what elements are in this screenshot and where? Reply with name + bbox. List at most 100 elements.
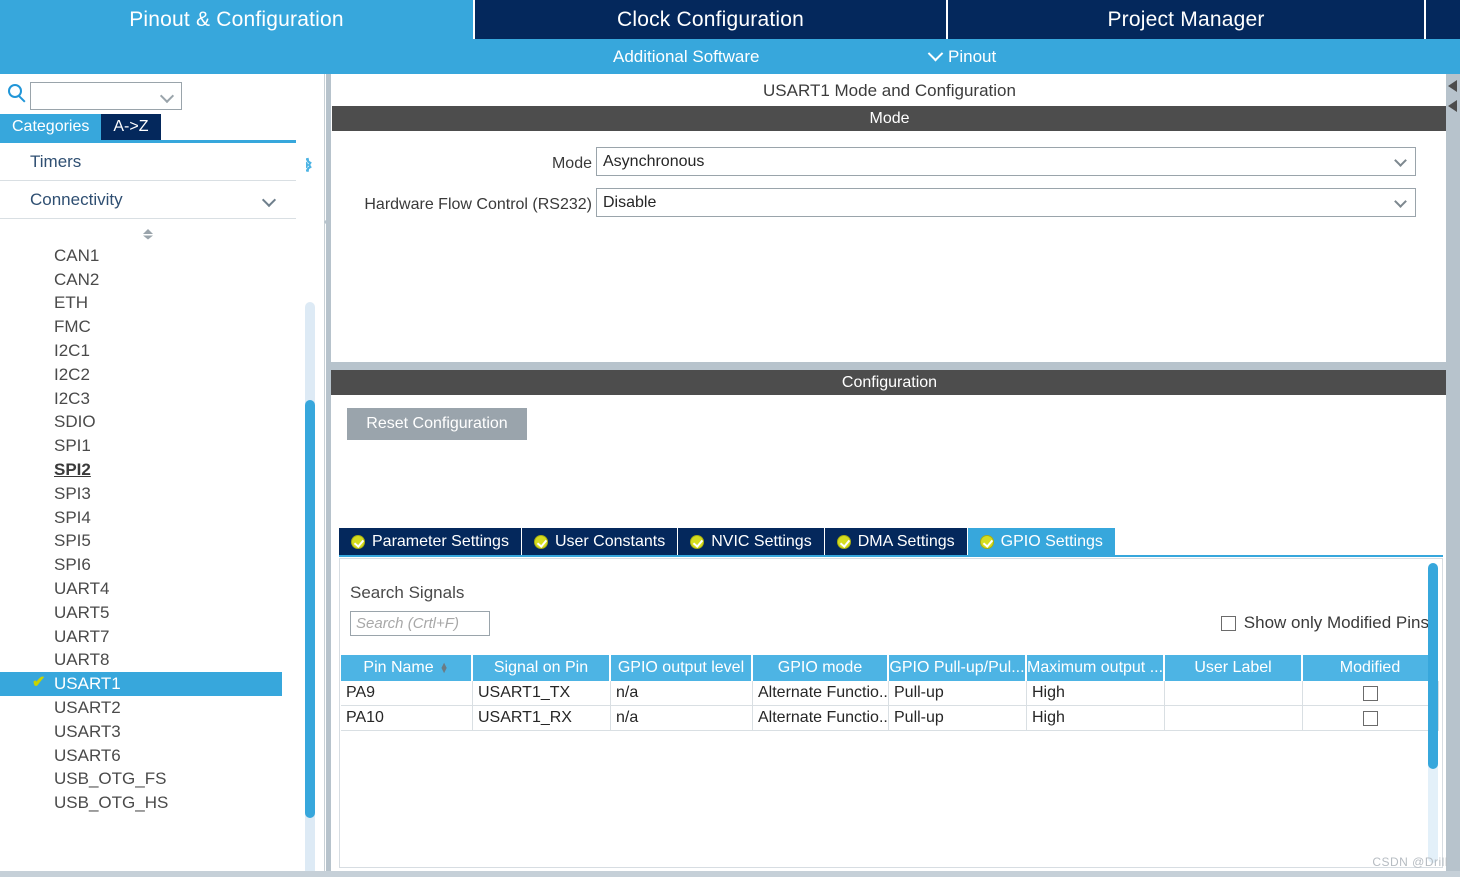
search-input[interactable] <box>30 82 182 110</box>
cell-signal[interactable]: USART1_TX <box>473 681 611 705</box>
sidebar-item-eth[interactable]: ETH <box>0 292 282 316</box>
cell-user-label[interactable] <box>1165 706 1303 730</box>
column-header-gpio-output-level[interactable]: GPIO output level <box>611 655 753 681</box>
cell-text: PA9 <box>346 684 376 701</box>
sidebar-item-uart8[interactable]: UART8 <box>0 649 282 673</box>
chevron-down-icon <box>159 88 175 104</box>
cell-pin-name[interactable]: PA10 <box>341 706 473 730</box>
tab-nvic-settings[interactable]: NVIC Settings <box>678 528 825 555</box>
sidebar-item-i2c2[interactable]: I2C2 <box>0 363 282 387</box>
cell-text: High <box>1032 684 1065 701</box>
sidebar-item-usart2[interactable]: USART2 <box>0 696 282 720</box>
table-row[interactable]: PA10 USART1_RX n/a Alternate Functio... Pull… <box>341 706 1439 731</box>
gpio-pane-scrollbar[interactable] <box>1428 563 1438 863</box>
column-header-pin-name[interactable]: Pin Name ▲ ▼ <box>341 655 473 681</box>
cell-gpio-mode[interactable]: Alternate Functio... <box>753 681 889 705</box>
sidebar-item-usart3[interactable]: USART3 <box>0 720 282 744</box>
cell-pull[interactable]: Pull-up <box>889 706 1027 730</box>
modified-checkbox[interactable] <box>1363 685 1378 701</box>
category-timers[interactable]: Timers <box>0 143 339 230</box>
tab-parameter-settings[interactable]: Parameter Settings <box>339 528 522 555</box>
sidebar-item-spi5[interactable]: SPI5 <box>0 530 282 554</box>
window-scrollbar[interactable] <box>1446 74 1460 877</box>
modified-checkbox[interactable] <box>1363 710 1378 726</box>
cell-user-label[interactable] <box>1165 681 1303 705</box>
sidebar-item-spi3[interactable]: SPI3 <box>0 482 282 506</box>
cell-gpio-mode[interactable]: Alternate Functio... <box>753 706 889 730</box>
sidebar-item-uart7[interactable]: UART7 <box>0 625 282 649</box>
reset-configuration-button[interactable]: Reset Configuration <box>347 408 527 440</box>
chevron-down-icon <box>927 45 944 62</box>
show-only-modified-pins-row[interactable]: Show only Modified Pins <box>1220 613 1429 633</box>
sidebar-item-i2c3[interactable]: I2C3 <box>0 387 282 411</box>
search-icon[interactable] <box>8 84 22 98</box>
tab-pinout-configuration[interactable]: Pinout & Configuration <box>0 0 473 39</box>
pinout-menu-button[interactable]: Pinout <box>927 39 997 74</box>
sidebar-item-label: USART1 <box>54 674 121 694</box>
additional-software-button[interactable]: Additional Software <box>613 39 759 74</box>
cell-pull[interactable]: Pull-up <box>889 681 1027 705</box>
sidebar-item-spi6[interactable]: SPI6 <box>0 553 282 577</box>
sidebar-item-uart4[interactable]: UART4 <box>0 577 282 601</box>
chevron-down-icon <box>1394 154 1407 167</box>
sidebar-item-usart6[interactable]: USART6 <box>0 744 282 768</box>
sidebar-scrollbar-thumb[interactable] <box>305 400 315 818</box>
top-tab-bar: Pinout & Configuration Clock Configurati… <box>0 0 1460 39</box>
tab-user-constants[interactable]: User Constants <box>521 528 679 555</box>
tab-dma-settings[interactable]: DMA Settings <box>824 528 968 555</box>
sidebar-item-i2c1[interactable]: I2C1 <box>0 339 282 363</box>
sidebar-item-usb_otg_fs[interactable]: USB_OTG_FS <box>0 768 282 792</box>
pinout-menu-label: Pinout <box>948 46 997 66</box>
tab-project-manager[interactable]: Project Manager <box>946 0 1424 39</box>
tab-label: GPIO Settings <box>1000 532 1103 550</box>
cell-signal[interactable]: USART1_RX <box>473 706 611 730</box>
table-row[interactable]: PA9 USART1_TX n/a Alternate Functio... Pull-… <box>341 681 1439 706</box>
sidebar-item-spi1[interactable]: SPI1 <box>0 434 282 458</box>
sidebar-item-can2[interactable]: CAN2 <box>0 268 282 292</box>
show-only-modified-pins-checkbox[interactable] <box>1220 615 1236 631</box>
cell-max-output[interactable]: High <box>1027 706 1165 730</box>
category-connectivity[interactable]: Connectivity <box>0 181 296 219</box>
column-header-modified[interactable]: Modified <box>1303 655 1439 681</box>
sidebar-item-spi4[interactable]: SPI4 <box>0 506 282 530</box>
watermark: CSDN @Drill <box>1372 855 1448 869</box>
column-header-user-label[interactable]: User Label <box>1165 655 1303 681</box>
sidebar-item-fmc[interactable]: FMC <box>0 315 282 339</box>
sidebar-item-usart1[interactable]: ✔ USART1 <box>0 672 282 697</box>
cell-output-level[interactable]: n/a <box>611 706 753 730</box>
tab-gpio-settings[interactable]: GPIO Settings <box>967 528 1116 555</box>
sidebar-item-label: UART5 <box>54 602 110 622</box>
mode-body: Mode Asynchronous Hardware Flow Control … <box>332 131 1447 361</box>
column-header-gpio-pull-up-pul[interactable]: GPIO Pull-up/Pul... <box>889 655 1027 681</box>
sidebar-tab-a-to-z[interactable]: A->Z <box>101 114 161 140</box>
cell-modified[interactable] <box>1303 681 1439 705</box>
cell-text: Alternate Functio... <box>758 684 889 701</box>
scroll-arrow-icon[interactable] <box>1448 80 1457 92</box>
sidebar-tab-a-to-z-label: A->Z <box>113 118 149 135</box>
cell-pin-name[interactable]: PA9 <box>341 681 473 705</box>
sidebar-item-can1[interactable]: CAN1 <box>0 244 282 268</box>
configuration-tabs-underline <box>339 555 1443 557</box>
sidebar-item-sdio[interactable]: SDIO <box>0 411 282 435</box>
sidebar-scrollbar[interactable] <box>305 302 315 877</box>
sidebar-item-spi2[interactable]: SPI2 <box>0 458 282 482</box>
sidebar-item-usb_otg_hs[interactable]: USB_OTG_HS <box>0 791 282 815</box>
hardware-flow-control-select[interactable]: Disable <box>596 188 1416 217</box>
gpio-pane-scrollbar-thumb[interactable] <box>1428 563 1438 769</box>
cell-max-output[interactable]: High <box>1027 681 1165 705</box>
signal-search-input[interactable]: Search (Crtl+F) <box>350 611 490 636</box>
column-header-gpio-mode[interactable]: GPIO mode <box>753 655 889 681</box>
scroll-arrow-icon[interactable] <box>1448 100 1457 112</box>
column-header-maximum-output[interactable]: Maximum output ... <box>1027 655 1165 681</box>
tab-clock-configuration[interactable]: Clock Configuration <box>473 0 946 39</box>
sidebar-item-uart5[interactable]: UART5 <box>0 601 282 625</box>
tab-bar-spacer <box>1424 0 1460 39</box>
sidebar-tab-categories[interactable]: Categories <box>0 114 102 140</box>
cell-text: PA10 <box>346 709 384 726</box>
cell-output-level[interactable]: n/a <box>611 681 753 705</box>
mode-select[interactable]: Asynchronous <box>596 147 1416 176</box>
scroll-up-handle[interactable] <box>0 226 296 242</box>
column-header-signal-on-pin[interactable]: Signal on Pin <box>473 655 611 681</box>
hardware-flow-control-row: Hardware Flow Control (RS232) Disable <box>332 188 1447 223</box>
cell-modified[interactable] <box>1303 706 1439 730</box>
